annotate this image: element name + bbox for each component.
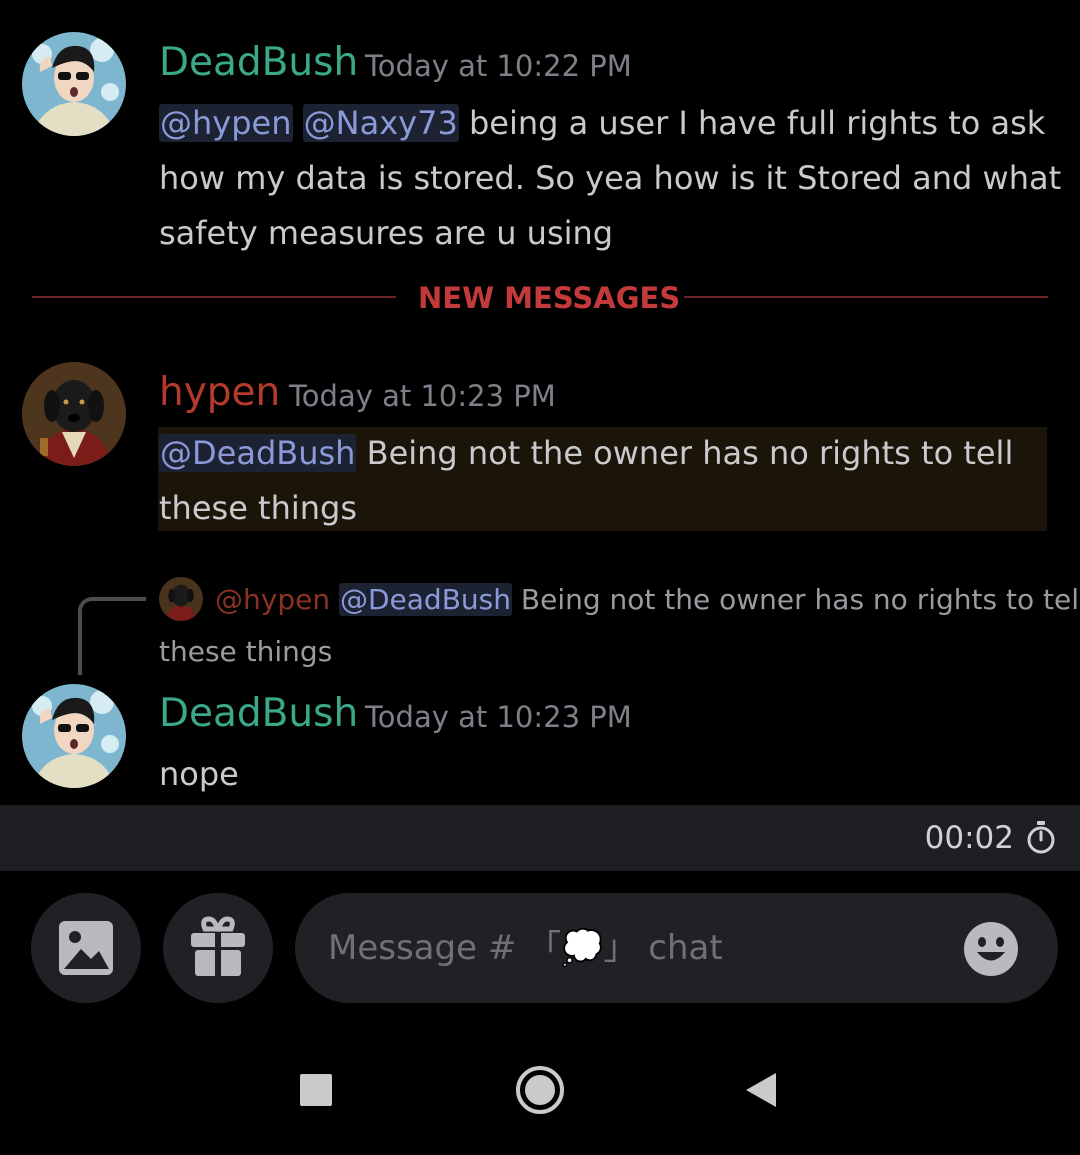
timer-bar: 00:02 [0, 805, 1080, 871]
message-line: @DeadBush Being not the owner has no rig… [159, 426, 1049, 481]
message-text: Being not the owner has no rights to tel… [356, 434, 1014, 472]
avatar-deadbush-image [22, 684, 126, 788]
timer-value: 00:02 [924, 820, 1014, 856]
stopwatch-icon [1026, 821, 1056, 855]
home-icon [516, 1066, 564, 1114]
reply-author[interactable]: @hypen [215, 583, 330, 616]
avatar-hypen-image [22, 362, 126, 466]
message-input[interactable]: Message # 「💭」 chat [295, 893, 1058, 1003]
attach-image-button[interactable] [31, 893, 141, 1003]
message-input-placeholder: Message # 「💭」 chat [328, 926, 723, 970]
home-button[interactable] [515, 1065, 565, 1115]
new-messages-divider-left [32, 296, 396, 298]
reply-spine [78, 597, 146, 675]
message-text: being a user I have full rights to ask [458, 104, 1046, 142]
reply-preview[interactable]: @hypen @DeadBush Being not the owner has… [159, 576, 1080, 676]
mention-deadbush[interactable]: @DeadBush [159, 434, 357, 472]
message-line: these things [159, 489, 358, 527]
reply-line: @hypen @DeadBush Being not the owner has… [159, 576, 1080, 624]
gift-button[interactable] [163, 893, 273, 1003]
back-button[interactable] [744, 1071, 778, 1109]
avatar-deadbush[interactable] [22, 684, 126, 788]
gift-icon [191, 916, 245, 976]
message-timestamp: Today at 10:23 PM [365, 700, 632, 734]
message-author[interactable]: hypen [159, 370, 280, 416]
message-content: @DeadBush Being not the owner has no rig… [159, 426, 1049, 536]
message-author[interactable]: DeadBush [159, 40, 358, 86]
back-icon [746, 1073, 776, 1107]
reply-text: Being not the owner has no rights to tel… [511, 583, 1080, 616]
reply-line: these things [159, 635, 333, 668]
image-icon [59, 921, 113, 975]
message-author[interactable]: DeadBush [159, 691, 358, 737]
recents-button[interactable] [300, 1074, 332, 1106]
message-content: nope [159, 755, 239, 793]
message-timestamp: Today at 10:22 PM [365, 49, 632, 83]
new-messages-divider-right [684, 296, 1048, 298]
emoji-button[interactable] [963, 921, 1019, 977]
mention-hypen[interactable]: @hypen [159, 104, 293, 142]
avatar-hypen[interactable] [22, 362, 126, 466]
avatar-deadbush[interactable] [22, 32, 126, 136]
smiley-icon [964, 922, 1018, 976]
message-timestamp: Today at 10:23 PM [289, 379, 556, 413]
message-content: @hypen @Naxy73 being a user I have full … [159, 96, 1062, 261]
mention-naxy73[interactable]: @Naxy73 [302, 104, 459, 142]
message-line: @hypen @Naxy73 being a user I have full … [159, 96, 1059, 151]
reply-mention-deadbush: @DeadBush [338, 583, 512, 616]
message-line: how my data is stored. So yea how is it … [159, 159, 1062, 197]
avatar-deadbush-image [22, 32, 126, 136]
thought-balloon-icon: 💭 [561, 928, 604, 968]
message-line: safety measures are u using [159, 214, 614, 252]
placeholder-prefix: Message # 「 [328, 928, 562, 968]
placeholder-suffix: 」 chat [603, 928, 723, 968]
new-messages-label: NEW MESSAGES [418, 281, 681, 315]
